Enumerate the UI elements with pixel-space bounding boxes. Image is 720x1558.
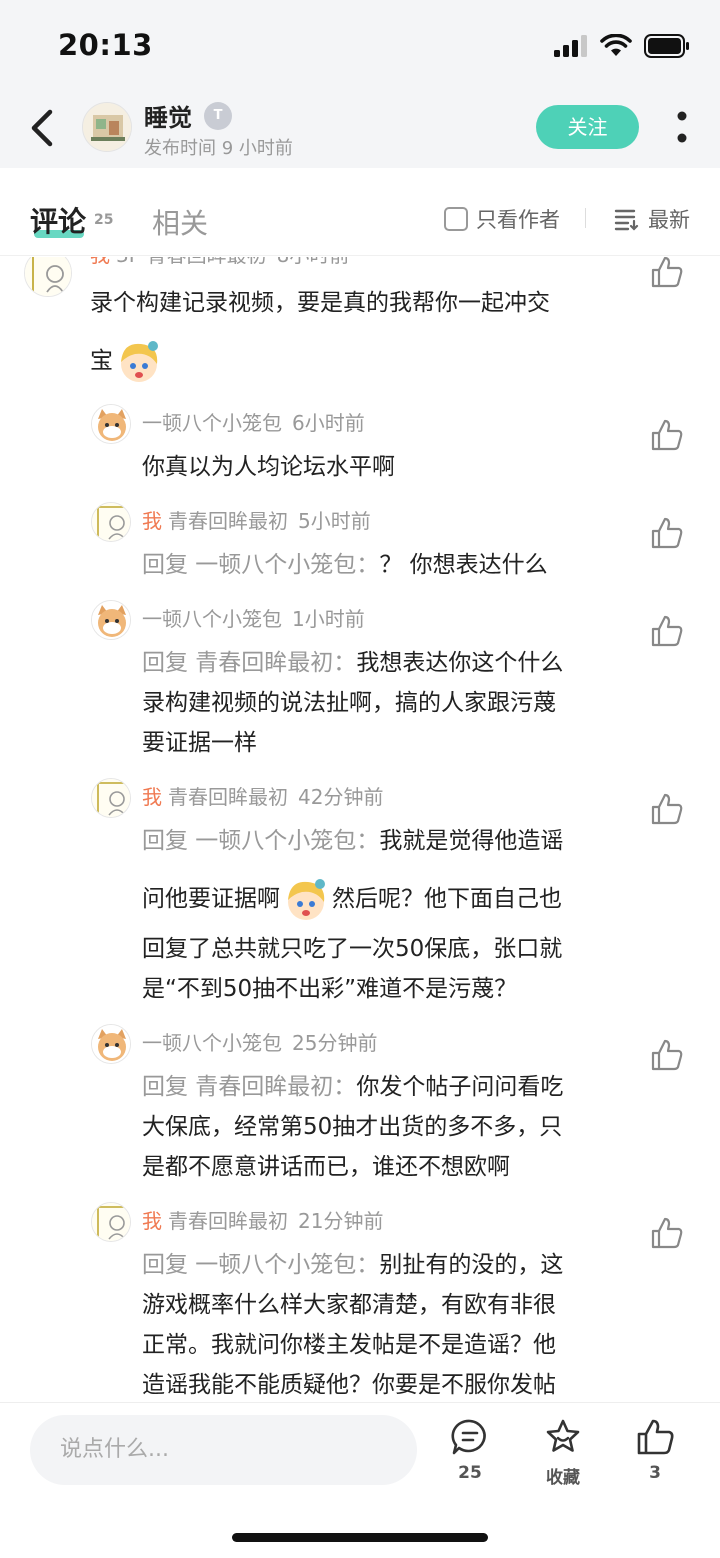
comment-meta: 一顿八个小笼包 6小时前 — [142, 411, 365, 435]
star-icon — [546, 1419, 580, 1452]
sticker-emoji-icon — [288, 878, 325, 920]
comment-input[interactable]: 说点什么... — [30, 1415, 417, 1485]
favorite-label: 收藏 — [546, 1468, 580, 1488]
avatar[interactable] — [91, 502, 131, 542]
comment-text: 回复了总共就只吃了一次50保底，张口就 — [142, 936, 563, 962]
bottom-bar: 说点什么... 25 收藏 3 — [0, 1402, 720, 1558]
comment-tabs: 评论 25 相关 只看作者 最新 — [0, 168, 720, 256]
status-bar: 20:13 — [0, 0, 720, 88]
author-only-label: 只看作者 — [476, 208, 560, 232]
comment-text: 回复 一顿八个小笼包：我就是觉得他造谣 — [142, 828, 564, 854]
post-title: 睡觉 — [144, 104, 192, 132]
sticker-emoji-icon — [121, 340, 158, 382]
avatar[interactable] — [91, 404, 131, 444]
avatar[interactable] — [91, 1202, 131, 1242]
comment-text: 正常。我就问你楼主发帖是不是造谣？他 — [142, 1332, 556, 1358]
post-time: 发布时间 9 小时前 — [144, 138, 293, 159]
like-icon[interactable] — [650, 516, 684, 550]
sort-label: 最新 — [648, 208, 690, 232]
like-icon[interactable] — [650, 1216, 684, 1250]
comment-text: 回复 青春回眸最初：你发个帖子问问看吃 — [142, 1074, 564, 1100]
comment-text: 录构建视频的说法扯啊，搞的人家跟污蔑 — [142, 690, 556, 716]
tab-comments[interactable]: 评论 — [30, 200, 86, 240]
like-button[interactable]: 3 — [623, 1417, 687, 1483]
like-icon[interactable] — [650, 257, 684, 289]
comment-text: 是都不愿意讲话而已，谁还不想欧啊 — [142, 1154, 510, 1180]
sort-button[interactable]: 最新 — [614, 204, 690, 234]
checkbox-icon[interactable] — [444, 207, 468, 231]
comments-button[interactable]: 25 — [438, 1417, 502, 1483]
comments-count: 25 — [94, 212, 114, 228]
comment-list: 我3F 青春回眸最初8小时前 录个构建记录视频，要是真的我帮你一起冲交 宝 一顿… — [0, 257, 720, 1402]
comment-text: 回复 青春回眸最初：我想表达你这个什么 — [142, 650, 564, 676]
favorite-button[interactable]: 收藏 — [531, 1417, 595, 1488]
comment-text: 问他要证据啊 然后呢？他下面自己也 — [142, 871, 562, 927]
nav-bar: 睡觉 T 发布时间 9 小时前 关注 — [0, 88, 720, 168]
like-icon[interactable] — [650, 614, 684, 648]
comment-text: 要证据一样 — [142, 730, 257, 756]
comment-text: 造谣我能不能质疑他？你要是不服你发帖 — [142, 1372, 556, 1398]
comment-meta: 一顿八个小笼包 1小时前 — [142, 607, 365, 631]
comment-text: 宝 — [90, 333, 165, 389]
comment-bubble-icon — [451, 1419, 486, 1455]
comment-text: 游戏概率什么样大家都清楚，有欧有非很 — [142, 1292, 556, 1318]
comment-meta: 我青春回眸最初 21分钟前 — [142, 1209, 384, 1233]
comment-text: 回复 一顿八个小笼包：？ 你想表达什么 — [142, 552, 548, 578]
like-icon[interactable] — [650, 792, 684, 826]
more-options-icon[interactable] — [672, 108, 692, 148]
divider — [585, 208, 586, 228]
avatar[interactable] — [91, 1024, 131, 1064]
comment-meta: 我青春回眸最初 42分钟前 — [142, 785, 384, 809]
wifi-icon — [600, 34, 632, 56]
signal-icon — [554, 35, 587, 57]
follow-button[interactable]: 关注 — [536, 105, 639, 149]
back-icon[interactable] — [26, 106, 62, 150]
level-badge: T — [204, 102, 232, 130]
tab-related[interactable]: 相关 — [152, 202, 208, 242]
home-indicator[interactable] — [232, 1533, 488, 1542]
comment-count: 25 — [458, 1463, 482, 1483]
comment-meta: 我青春回眸最初 5小时前 — [142, 509, 371, 533]
avatar[interactable] — [91, 778, 131, 818]
author-only-toggle[interactable]: 只看作者 — [444, 204, 560, 234]
comment-text: 大保底，经常第50抽才出货的多不多，只 — [142, 1114, 563, 1140]
comment-meta: 一顿八个小笼包 25分钟前 — [142, 1031, 378, 1055]
like-count: 3 — [649, 1463, 661, 1483]
status-time: 20:13 — [58, 28, 153, 62]
comment-text: 录个构建记录视频，要是真的我帮你一起冲交 — [90, 290, 550, 316]
status-icons — [554, 32, 690, 60]
author-avatar[interactable] — [82, 102, 132, 152]
like-icon[interactable] — [650, 418, 684, 452]
comment-text: 是“不到50抽不出彩”难道不是污蔑？ — [142, 976, 518, 1002]
comment-meta: 我3F 青春回眸最初8小时前 — [90, 257, 349, 268]
comment-text: 你真以为人均论坛水平啊 — [142, 454, 395, 480]
avatar[interactable] — [24, 257, 72, 297]
avatar[interactable] — [91, 600, 131, 640]
comment-text: 回复 一顿八个小笼包：别扯有的没的，这 — [142, 1252, 564, 1278]
battery-icon — [644, 34, 689, 58]
like-icon[interactable] — [650, 1038, 684, 1072]
thumbs-up-icon — [637, 1419, 674, 1455]
sort-icon — [614, 209, 639, 231]
